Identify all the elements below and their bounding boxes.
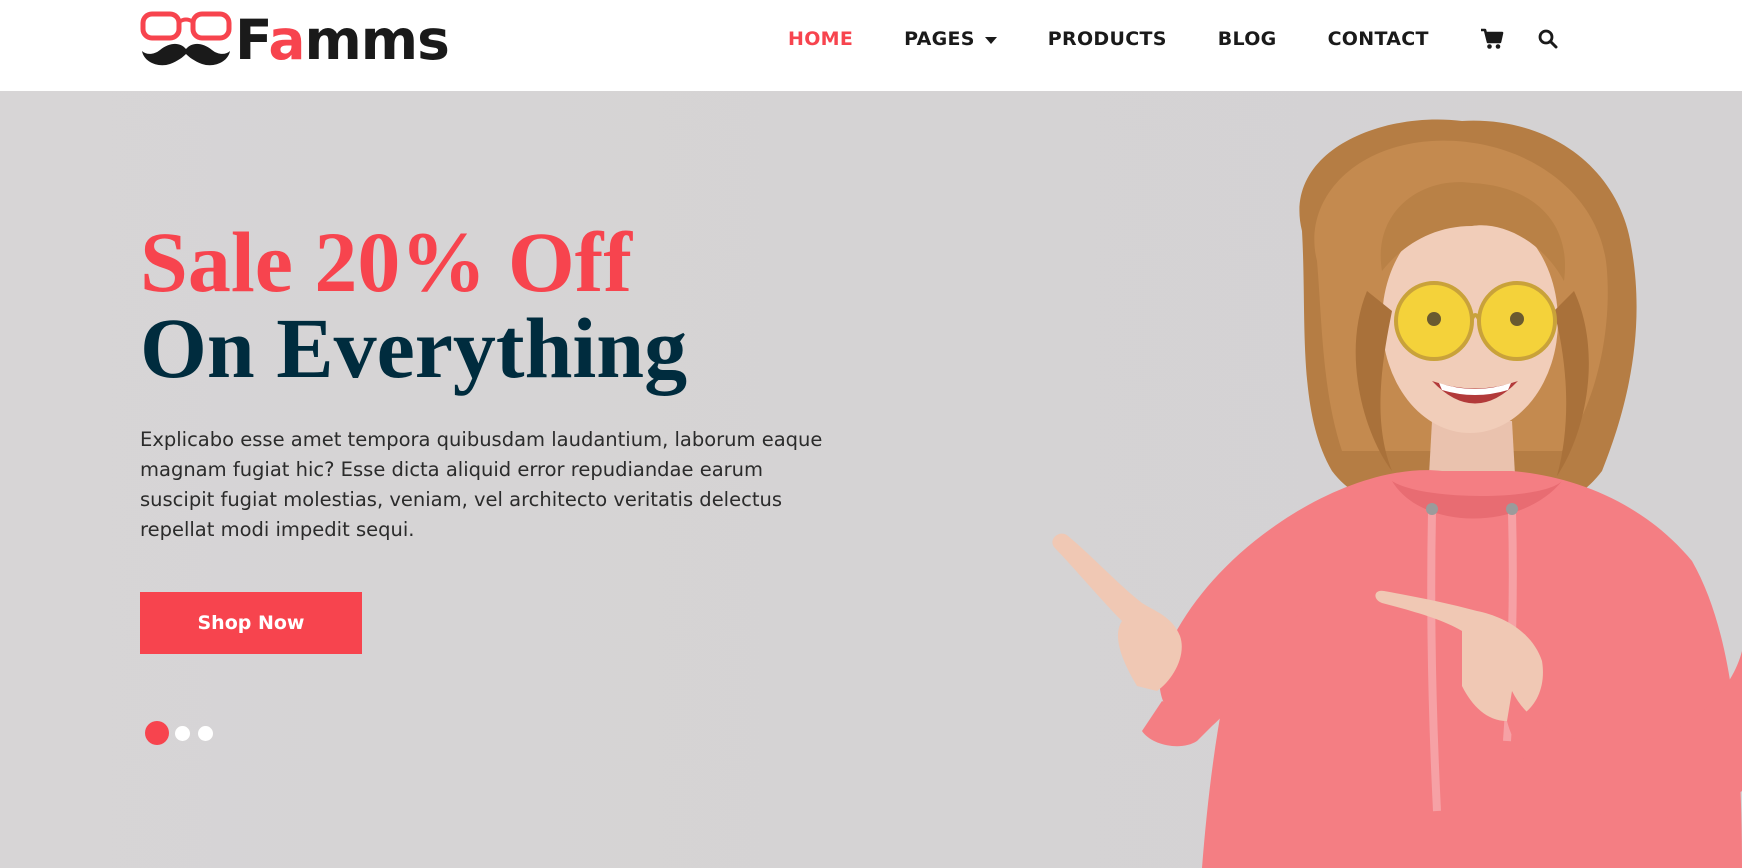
hero-description: Explicabo esse amet tempora quibusdam la… xyxy=(140,428,823,541)
search-icon xyxy=(1538,29,1558,49)
nav-item-blog[interactable]: BLOG xyxy=(1218,28,1277,50)
shop-now-button[interactable]: Shop Now xyxy=(140,592,362,654)
search-button[interactable] xyxy=(1535,26,1561,52)
hero-copy: Sale 20% Off On Everything Explicabo ess… xyxy=(140,214,822,545)
slide-indicator-1[interactable] xyxy=(145,721,169,745)
caret-down-icon xyxy=(984,36,997,44)
cart-button[interactable] xyxy=(1479,26,1505,52)
glasses-mustache-icon xyxy=(140,11,232,66)
brand-name: Famms xyxy=(235,7,450,72)
brand-logo[interactable]: Famms xyxy=(140,7,450,72)
hero-slider: Sale 20% Off On Everything Explicabo ess… xyxy=(0,91,1742,868)
nav-item-pages[interactable]: PAGES xyxy=(904,28,997,50)
site-header: Famms HOME PAGES PRODUCTS BLOG CONTACT xyxy=(0,0,1742,91)
hero-headline-sale: Sale 20% Off xyxy=(140,214,633,310)
nav-item-contact[interactable]: CONTACT xyxy=(1328,28,1429,50)
hero-image xyxy=(1052,119,1742,868)
nav-item-home[interactable]: HOME xyxy=(788,28,853,50)
nav-item-pages-label: PAGES xyxy=(904,28,975,50)
slide-indicator-3[interactable] xyxy=(198,725,213,741)
main-nav: HOME PAGES PRODUCTS BLOG CONTACT xyxy=(788,24,1561,54)
hero-headline-everything: On Everything xyxy=(140,300,688,396)
slider-indicators xyxy=(145,721,213,745)
slide-indicator-2[interactable] xyxy=(175,725,190,741)
nav-item-products[interactable]: PRODUCTS xyxy=(1048,28,1167,50)
cart-icon xyxy=(1480,28,1504,49)
